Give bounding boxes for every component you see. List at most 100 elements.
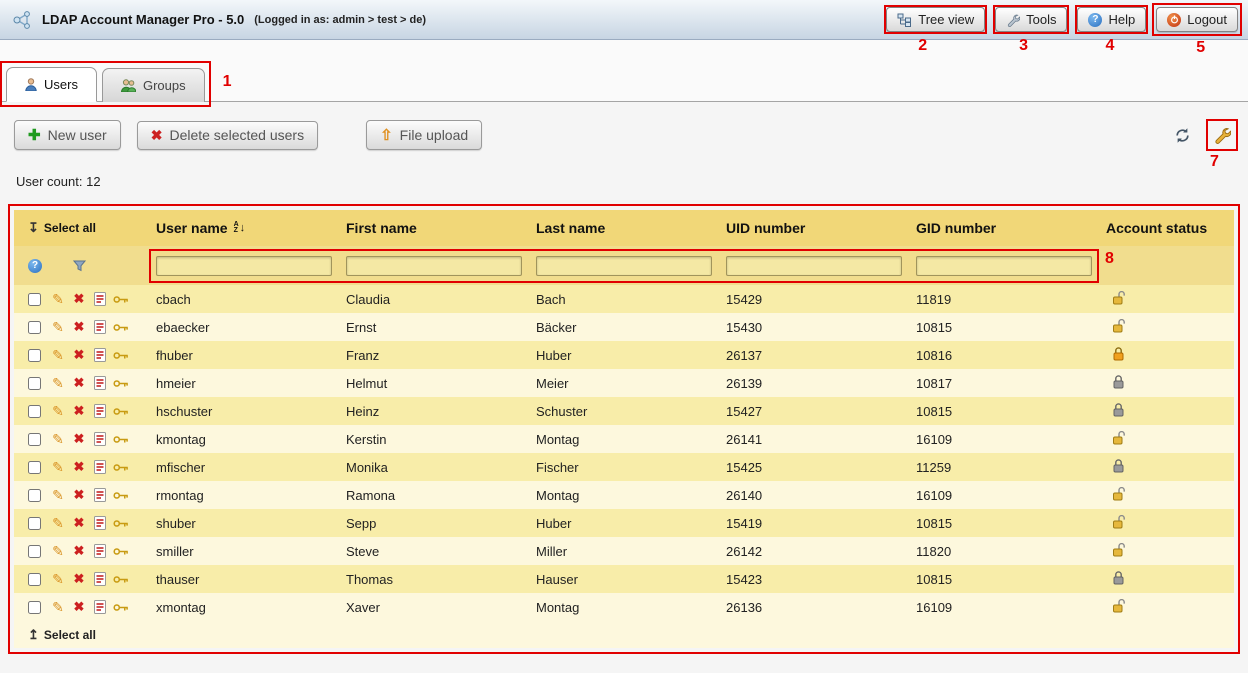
tools-button[interactable]: Tools (995, 7, 1067, 32)
row-checkbox[interactable] (28, 461, 41, 474)
column-header-firstname[interactable]: First name (344, 220, 534, 236)
table-row[interactable]: ✎✖xmontagXaverMontag2613616109 (14, 593, 1234, 621)
refresh-icon[interactable] (1170, 123, 1194, 147)
delete-icon[interactable]: ✖ (71, 431, 87, 447)
pdf-export-icon[interactable] (92, 600, 108, 614)
edit-icon[interactable]: ✎ (50, 571, 66, 588)
pdf-export-icon[interactable] (92, 572, 108, 586)
table-row[interactable]: ✎✖thauserThomasHauser1542310815 (14, 565, 1234, 593)
pdf-export-icon[interactable] (92, 376, 108, 390)
table-row[interactable]: ✎✖ebaeckerErnstBäcker1543010815 (14, 313, 1234, 341)
password-key-icon[interactable] (113, 462, 129, 473)
row-checkbox[interactable] (28, 489, 41, 502)
delete-icon[interactable]: ✖ (71, 291, 87, 307)
table-row[interactable]: ✎✖hschusterHeinzSchuster1542710815 (14, 397, 1234, 425)
row-checkbox[interactable] (28, 433, 41, 446)
delete-selected-users-button[interactable]: ✖ Delete selected users (137, 121, 318, 150)
password-key-icon[interactable] (113, 434, 129, 445)
row-checkbox[interactable] (28, 517, 41, 530)
pdf-export-icon[interactable] (92, 348, 108, 362)
delete-icon[interactable]: ✖ (71, 515, 87, 531)
filter-firstname-input[interactable] (346, 256, 522, 276)
row-checkbox[interactable] (28, 601, 41, 614)
table-row[interactable]: ✎✖kmontagKerstinMontag2614116109 (14, 425, 1234, 453)
row-checkbox[interactable] (28, 321, 41, 334)
help-button[interactable]: ? Help (1077, 7, 1146, 32)
select-all-bottom[interactable]: ↥ Select all (28, 627, 96, 643)
table-row[interactable]: ✎✖mfischerMonikaFischer1542511259 (14, 453, 1234, 481)
edit-icon[interactable]: ✎ (50, 319, 66, 336)
table-row[interactable]: ✎✖fhuberFranzHuber2613710816 (14, 341, 1234, 369)
delete-icon[interactable]: ✖ (71, 459, 87, 475)
content-panel: ✚ New user ✖ Delete selected users ⇧ Fil… (0, 102, 1248, 673)
table-row[interactable]: ✎✖shuberSeppHuber1541910815 (14, 509, 1234, 537)
table-row[interactable]: ✎✖cbachClaudiaBach1542911819 (14, 285, 1234, 313)
pdf-export-icon[interactable] (92, 404, 108, 418)
column-header-gid[interactable]: GID number (914, 220, 1104, 236)
new-user-button[interactable]: ✚ New user (14, 120, 121, 150)
edit-icon[interactable]: ✎ (50, 543, 66, 560)
row-checkbox[interactable] (28, 573, 41, 586)
help-icon[interactable]: ? (28, 259, 42, 273)
edit-icon[interactable]: ✎ (50, 403, 66, 420)
password-key-icon[interactable] (113, 518, 129, 529)
table-row[interactable]: ✎✖hmeierHelmutMeier2613910817 (14, 369, 1234, 397)
pdf-export-icon[interactable] (92, 432, 108, 446)
delete-icon[interactable]: ✖ (71, 375, 87, 391)
edit-icon[interactable]: ✎ (50, 291, 66, 308)
tab-users[interactable]: Users (6, 67, 97, 102)
row-checkbox[interactable] (28, 377, 41, 390)
row-checkbox[interactable] (28, 545, 41, 558)
tab-groups[interactable]: Groups (102, 68, 205, 102)
password-key-icon[interactable] (113, 490, 129, 501)
delete-icon[interactable]: ✖ (71, 487, 87, 503)
filter-uid-input[interactable] (726, 256, 902, 276)
column-header-status[interactable]: Account status (1104, 220, 1234, 236)
logout-button[interactable]: Logout (1156, 7, 1238, 32)
row-checkbox[interactable] (28, 405, 41, 418)
filter-gid-input[interactable] (916, 256, 1092, 276)
pdf-export-icon[interactable] (92, 320, 108, 334)
delete-icon[interactable]: ✖ (71, 599, 87, 615)
filter-username-input[interactable] (156, 256, 332, 276)
password-key-icon[interactable] (113, 406, 129, 417)
file-upload-button[interactable]: ⇧ File upload (366, 120, 482, 150)
pdf-export-icon[interactable] (92, 460, 108, 474)
sort-icon[interactable]: AZ↓ (234, 222, 246, 234)
edit-icon[interactable]: ✎ (50, 487, 66, 504)
edit-icon[interactable]: ✎ (50, 375, 66, 392)
tree-view-button[interactable]: Tree view (886, 7, 985, 32)
column-header-uid[interactable]: UID number (724, 220, 914, 236)
edit-icon[interactable]: ✎ (50, 347, 66, 364)
password-key-icon[interactable] (113, 378, 129, 389)
table-row[interactable]: ✎✖rmontagRamonaMontag2614016109 (14, 481, 1234, 509)
row-checkbox[interactable] (28, 349, 41, 362)
select-all-top[interactable]: ↧ Select all (28, 220, 96, 236)
pdf-export-icon[interactable] (92, 516, 108, 530)
password-key-icon[interactable] (113, 574, 129, 585)
settings-wrench-icon[interactable] (1210, 123, 1234, 147)
filter-funnel-icon[interactable] (73, 260, 86, 272)
edit-icon[interactable]: ✎ (50, 459, 66, 476)
delete-icon[interactable]: ✖ (71, 347, 87, 363)
password-key-icon[interactable] (113, 294, 129, 305)
delete-icon[interactable]: ✖ (71, 319, 87, 335)
pdf-export-icon[interactable] (92, 292, 108, 306)
password-key-icon[interactable] (113, 602, 129, 613)
table-row[interactable]: ✎✖smillerSteveMiller2614211820 (14, 537, 1234, 565)
pdf-export-icon[interactable] (92, 544, 108, 558)
delete-icon[interactable]: ✖ (71, 403, 87, 419)
delete-icon[interactable]: ✖ (71, 571, 87, 587)
filter-lastname-input[interactable] (536, 256, 712, 276)
password-key-icon[interactable] (113, 322, 129, 333)
edit-icon[interactable]: ✎ (50, 599, 66, 616)
password-key-icon[interactable] (113, 546, 129, 557)
column-header-username[interactable]: User name AZ↓ (154, 220, 344, 236)
pdf-export-icon[interactable] (92, 488, 108, 502)
column-header-lastname[interactable]: Last name (534, 220, 724, 236)
password-key-icon[interactable] (113, 350, 129, 361)
row-checkbox[interactable] (28, 293, 41, 306)
delete-icon[interactable]: ✖ (71, 543, 87, 559)
edit-icon[interactable]: ✎ (50, 431, 66, 448)
edit-icon[interactable]: ✎ (50, 515, 66, 532)
